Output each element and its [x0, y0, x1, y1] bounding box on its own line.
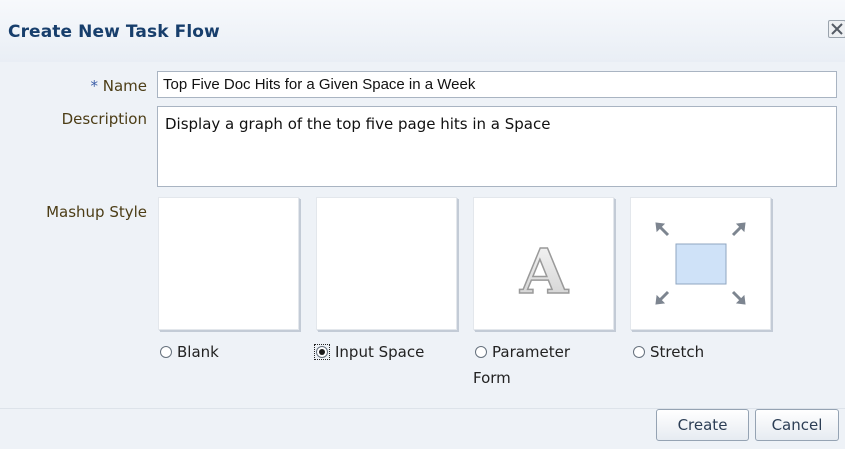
input-space-radio-focus	[314, 344, 330, 360]
input-space-radio-label: Input Space	[335, 343, 425, 361]
letter-a-glyph: A	[519, 235, 569, 308]
required-marker: *	[90, 77, 98, 95]
blank-radio[interactable]	[160, 346, 172, 358]
parameter-form-style-thumbnail[interactable]: A	[473, 197, 614, 330]
mashup-option-input-space[interactable]: Input Space	[314, 342, 424, 362]
mashup-option-stretch[interactable]: Stretch	[633, 342, 704, 362]
dialog-title-bar: Create New Task Flow	[0, 0, 845, 62]
create-task-flow-dialog: Create New Task Flow * Name Top Five Doc…	[0, 0, 845, 449]
close-icon[interactable]	[828, 20, 845, 38]
parameter-form-radio-label-line2: Form	[473, 369, 511, 387]
stretch-style-thumbnail[interactable]	[630, 197, 771, 330]
input-space-style-thumbnail[interactable]	[316, 197, 457, 330]
stretch-radio[interactable]	[633, 346, 645, 358]
mashup-option-blank[interactable]: Blank	[160, 342, 219, 362]
create-button[interactable]: Create	[656, 409, 749, 441]
stretch-icon	[655, 222, 746, 305]
cancel-button[interactable]: Cancel	[755, 409, 839, 441]
blank-style-thumbnail[interactable]	[158, 197, 299, 330]
stretch-radio-label: Stretch	[650, 343, 705, 361]
letter-a-icon: A	[518, 234, 570, 309]
mashup-option-parameter-form[interactable]: Parameter	[475, 342, 570, 362]
parameter-form-radio[interactable]	[475, 346, 487, 358]
name-label: * Name	[40, 77, 147, 95]
blank-radio-label: Blank	[177, 343, 219, 361]
mashup-style-label: Mashup Style	[46, 203, 147, 221]
description-textarea[interactable]: Display a graph of the top five page hit…	[157, 106, 837, 187]
parameter-form-radio-label: Parameter	[492, 343, 571, 361]
input-space-radio[interactable]	[316, 346, 328, 358]
name-input[interactable]: Top Five Doc Hits for a Given Space in a…	[157, 71, 837, 98]
name-label-text: Name	[102, 77, 147, 95]
dialog-title: Create New Task Flow	[8, 22, 220, 42]
description-label: Description	[61, 110, 147, 128]
